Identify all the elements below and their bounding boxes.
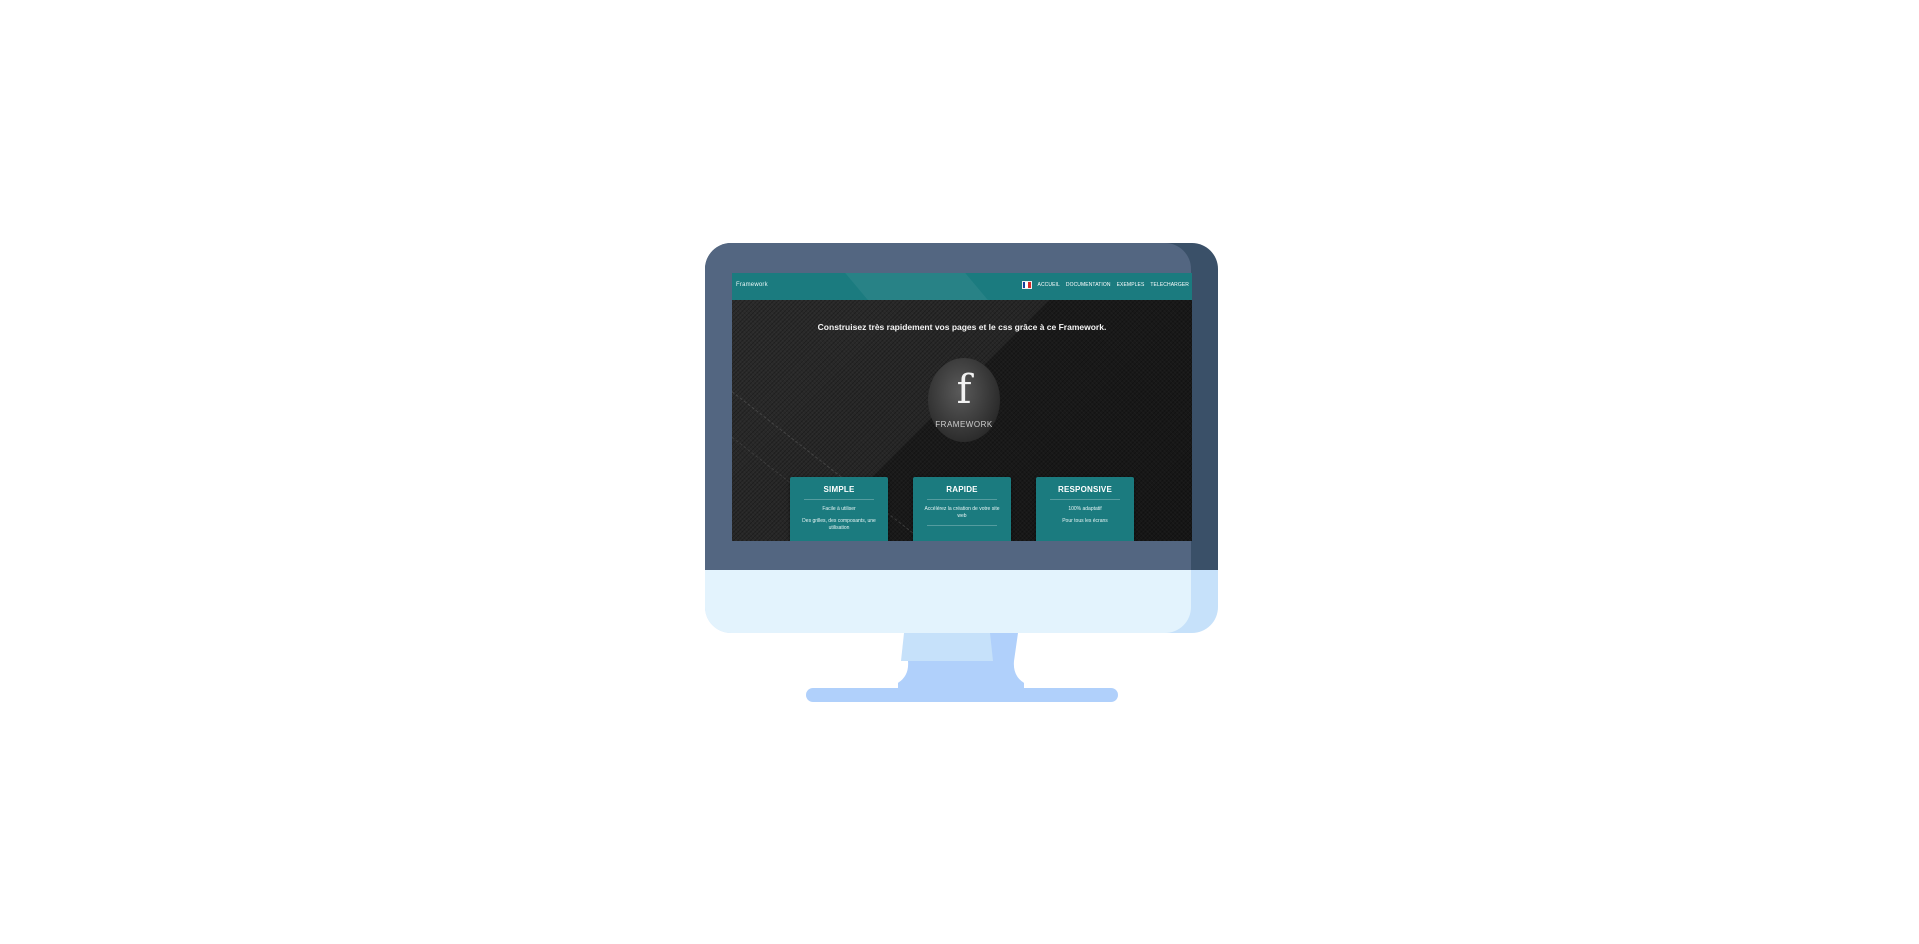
monitor-base: [806, 688, 1118, 702]
feature-cards: Simple Facile à utiliser Des grilles, de…: [790, 477, 1134, 541]
framework-logo: f FRAMEWORK: [928, 358, 1000, 442]
france-flag-icon[interactable]: [1021, 281, 1032, 289]
monitor-chin: [705, 570, 1191, 633]
card-subtitle: Accélérez la création de votre site web: [924, 506, 1000, 519]
card-subtitle: Facile à utiliser: [822, 506, 856, 512]
nav-link-accueil[interactable]: Accueil: [1038, 282, 1060, 288]
illustration-stage: Framework Accueil Documentation Exemples…: [0, 0, 1919, 944]
website-navbar: Framework Accueil Documentation Exemples…: [732, 273, 1192, 300]
hero-headline: Construisez très rapidement vos pages et…: [817, 322, 1107, 332]
card-title: Responsive: [1057, 485, 1112, 494]
card-divider: [1050, 499, 1120, 500]
nav-menu: Accueil Documentation Exemples Telecharg…: [1021, 281, 1189, 289]
card-title: Rapide: [946, 485, 978, 494]
monitor-stand: [898, 633, 1024, 688]
card-subtitle: 100% adaptatif: [1068, 506, 1102, 512]
card-text: Pour tous les écrans: [1062, 518, 1108, 524]
feature-card-rapide: Rapide Accélérez la création de votre si…: [913, 477, 1011, 541]
logo-text: FRAMEWORK: [935, 420, 993, 429]
feature-card-responsive: Responsive 100% adaptatif Pour tous les …: [1036, 477, 1134, 541]
card-title: Simple: [823, 485, 855, 494]
nav-link-telecharger[interactable]: Telecharger: [1150, 282, 1189, 288]
brand-link[interactable]: Framework: [736, 282, 768, 288]
nav-link-exemples[interactable]: Exemples: [1117, 282, 1145, 288]
nav-link-documentation[interactable]: Documentation: [1066, 282, 1111, 288]
monitor-screen: Framework Accueil Documentation Exemples…: [732, 273, 1192, 541]
card-divider: [804, 499, 874, 500]
card-divider: [927, 499, 997, 500]
feature-card-simple: Simple Facile à utiliser Des grilles, de…: [790, 477, 888, 541]
logo-letter: f: [956, 367, 972, 413]
card-divider: [927, 525, 997, 526]
hero-section: Construisez très rapidement vos pages et…: [732, 300, 1192, 541]
card-text: Des grilles, des composants, une utilisa…: [802, 518, 876, 531]
